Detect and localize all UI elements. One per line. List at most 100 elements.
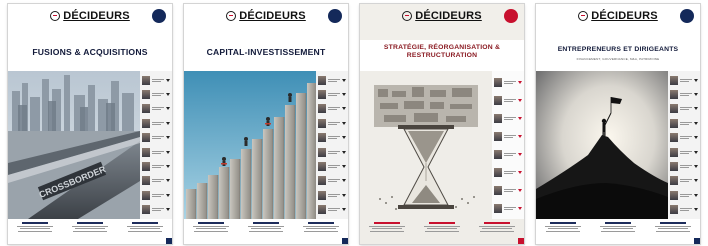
contributor (140, 75, 172, 85)
cover-footer (536, 219, 700, 244)
contributor (492, 131, 524, 141)
corner-mark (518, 238, 524, 244)
contributor (668, 176, 700, 186)
edition-badge-icon (504, 9, 518, 23)
contributor (668, 205, 700, 215)
portrait (670, 205, 678, 215)
contributor (492, 77, 524, 87)
contributor (668, 118, 700, 128)
contributor (316, 176, 348, 186)
contributor (668, 147, 700, 157)
cover-illustration (360, 71, 492, 219)
edition-badge-icon (680, 9, 694, 23)
cover-fusions-acquisitions[interactable]: DÉCIDEURS FUSIONS & ACQUISITIONS CROSSBO… (8, 4, 172, 244)
cover-illustration (184, 71, 316, 219)
portrait (318, 190, 326, 200)
contributor (492, 203, 524, 213)
cover-entrepreneurs-dirigeants[interactable]: DÉCIDEURS ENTREPRENEURS ET DIRIGEANTS FI… (536, 4, 700, 244)
cover-header: DÉCIDEURS (360, 4, 524, 40)
portrait (494, 149, 502, 159)
contributor (140, 147, 172, 157)
logo-text: DÉCIDEURS (591, 10, 658, 22)
contributor (316, 75, 348, 85)
portrait (318, 162, 326, 172)
portrait (670, 176, 678, 186)
logo-text: DÉCIDEURS (415, 10, 482, 22)
portrait (142, 205, 150, 215)
logo-text: DÉCIDEURS (239, 10, 306, 22)
cover-illustration: CROSSBORDER (8, 71, 140, 219)
logo-mark-icon (50, 11, 61, 21)
portrait (670, 75, 678, 85)
contributor (668, 162, 700, 172)
decideurs-logo: DÉCIDEURS (184, 10, 348, 22)
portrait (318, 205, 326, 215)
contributor (140, 90, 172, 100)
logo-mark-icon (402, 11, 413, 21)
cover-header: DÉCIDEURS (536, 4, 700, 40)
portrait (670, 147, 678, 157)
contributor (668, 190, 700, 200)
portrait (494, 167, 502, 177)
portrait (318, 75, 326, 85)
portrait (670, 133, 678, 143)
contributor (316, 133, 348, 143)
contributor (140, 162, 172, 172)
corner-mark (342, 238, 348, 244)
contributor (668, 75, 700, 85)
portrait (142, 162, 150, 172)
contributor (492, 113, 524, 123)
cover-footer (8, 219, 172, 244)
cover-title: CAPITAL-INVESTISSEMENT (206, 47, 326, 57)
cover-capital-investissement[interactable]: DÉCIDEURS CAPITAL-INVESTISSEMENT (184, 4, 348, 244)
contributor (316, 190, 348, 200)
portrait (670, 90, 678, 100)
decideurs-logo: DÉCIDEURS (536, 10, 700, 22)
portrait (318, 118, 326, 128)
portrait (318, 147, 326, 157)
contributor (140, 133, 172, 143)
portrait (142, 118, 150, 128)
contributor (492, 95, 524, 105)
contributor (492, 185, 524, 195)
portrait (494, 185, 502, 195)
contributors-sidebar (316, 71, 348, 219)
contributors-sidebar (492, 71, 524, 219)
contributor (668, 90, 700, 100)
portrait (318, 90, 326, 100)
edition-badge-icon (152, 9, 166, 23)
portrait (670, 118, 678, 128)
portrait (670, 104, 678, 114)
portrait (142, 147, 150, 157)
contributor (316, 162, 348, 172)
portrait (494, 203, 502, 213)
edition-badge-icon (328, 9, 342, 23)
contributor (316, 205, 348, 215)
cover-strategie-restructuration[interactable]: DÉCIDEURS STRATÉGIE, RÉORGANISATION & RE… (360, 4, 524, 244)
portrait (318, 176, 326, 186)
portrait (670, 190, 678, 200)
corner-mark (694, 238, 700, 244)
portrait (142, 104, 150, 114)
corner-mark (166, 238, 172, 244)
portrait (318, 133, 326, 143)
decideurs-logo: DÉCIDEURS (360, 10, 524, 22)
contributor (140, 190, 172, 200)
cover-title: ENTREPRENEURS ET DIRIGEANTS (557, 46, 679, 53)
contributor (140, 104, 172, 114)
contributors-sidebar (668, 71, 700, 219)
contributor (140, 118, 172, 128)
cover-footer (360, 219, 524, 244)
cover-title: FUSIONS & ACQUISITIONS (32, 47, 148, 57)
portrait (142, 190, 150, 200)
portrait (494, 113, 502, 123)
portrait (670, 162, 678, 172)
contributor (140, 176, 172, 186)
contributor (316, 104, 348, 114)
portrait (142, 133, 150, 143)
cover-header: DÉCIDEURS (184, 4, 348, 40)
contributor (668, 104, 700, 114)
cover-header: DÉCIDEURS (8, 4, 172, 40)
cover-subtitle: FINANCEMENT, GOUVERNANCE, M&A, PATRIMOIN… (576, 57, 660, 61)
contributor (140, 205, 172, 215)
